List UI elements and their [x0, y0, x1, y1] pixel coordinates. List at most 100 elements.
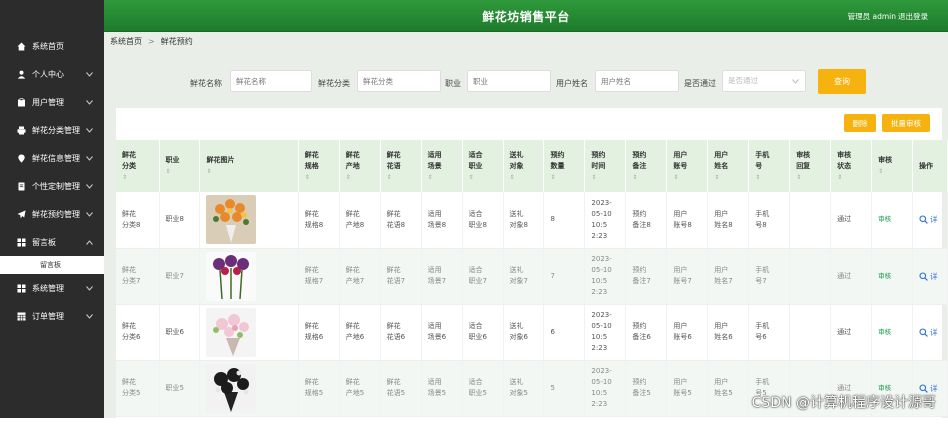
flower-name-input[interactable]: [230, 70, 312, 92]
detail-link[interactable]: 详: [919, 327, 947, 338]
detail-link[interactable]: 详: [919, 214, 947, 225]
occupation-input[interactable]: [467, 70, 551, 92]
quantity-cell-text: 8: [550, 215, 555, 224]
sidebar-item-8[interactable]: 系统管理: [0, 274, 104, 302]
column-header-12[interactable]: 用户 账号 ⇕: [666, 140, 709, 192]
sidebar-logo-area: [0, 0, 104, 32]
column-header-label: 适用 场景: [427, 150, 442, 170]
sort-icon[interactable]: ⇕: [166, 166, 200, 177]
flower-category-input[interactable]: [357, 70, 441, 92]
sidebar-item-4[interactable]: 鲜花信息管理: [0, 144, 104, 172]
table-row[interactable]: 鲜花 分类6 职业6 鲜花 规格6 鲜花 产地6 鲜花 花语6 适用 场景6 适合 职业6 送…: [116, 304, 948, 361]
sidebar-item-6[interactable]: 鲜花预约管理: [0, 200, 104, 228]
sort-icon[interactable]: ⇕: [755, 172, 789, 183]
flower-image[interactable]: [206, 251, 257, 301]
table-row[interactable]: 鲜花 分类8 职业8 鲜花 规格8 鲜花 产地8 鲜花 花语8 适用 场景8 适合 职业8 送…: [116, 192, 948, 249]
sort-icon[interactable]: ⇕: [387, 172, 421, 183]
flower-image[interactable]: [206, 195, 257, 245]
grid-icon: [17, 284, 26, 293]
sort-icon[interactable]: ⇕: [632, 172, 666, 183]
sidebar-item-1[interactable]: 个人中心: [0, 60, 104, 88]
sidebar-subitem[interactable]: 留言板: [0, 256, 104, 274]
sort-icon[interactable]: ⇕: [428, 172, 462, 183]
column-header-15[interactable]: 审核 回复 ⇕: [789, 140, 832, 192]
search-icon: [919, 215, 928, 225]
audit-cell: 审核: [871, 248, 914, 305]
sort-icon[interactable]: ⇕: [878, 166, 912, 177]
account-cell: 用户 账号6: [666, 304, 709, 361]
column-header-17[interactable]: 审核 ⇕: [871, 140, 914, 192]
audit-link[interactable]: 审核: [878, 215, 891, 223]
audit-reply-cell: [789, 304, 832, 361]
sidebar-item-5[interactable]: 个性定制管理: [0, 172, 104, 200]
query-button[interactable]: 查询: [818, 69, 866, 94]
search-icon: [919, 327, 928, 337]
column-header-3[interactable]: 鲜花 规格 ⇕: [298, 140, 340, 192]
sidebar-item-0[interactable]: 系统首页: [0, 32, 104, 60]
audit-link[interactable]: 审核: [878, 384, 891, 392]
column-header-14[interactable]: 手机 号 ⇕: [748, 140, 791, 192]
column-header-5[interactable]: 鲜花 花语 ⇕: [380, 140, 422, 192]
sort-icon[interactable]: ⇕: [206, 166, 297, 177]
sort-icon[interactable]: ⇕: [837, 172, 871, 183]
sort-icon[interactable]: ⇕: [796, 172, 830, 183]
flower-language-cell: 鲜花 花语5: [380, 360, 422, 417]
sort-icon[interactable]: ⇕: [550, 172, 584, 183]
audit-link[interactable]: 审核: [878, 328, 891, 336]
column-header-16[interactable]: 审核 状态 ⇕: [830, 140, 873, 192]
column-header-label: 鲜花 分类: [122, 150, 136, 170]
sort-icon[interactable]: ⇕: [469, 172, 503, 183]
occupation-cell-text: 职业8: [165, 215, 184, 224]
reserve-time-cell: 2023- 05-10 10:5 2:23: [584, 360, 627, 417]
gift-target-cell: 送礼 对象6: [503, 304, 545, 361]
column-header-10[interactable]: 预约 时间 ⇕: [584, 140, 627, 192]
column-header-7[interactable]: 适合 职业 ⇕: [462, 140, 504, 192]
sidebar-item-9[interactable]: 订单管理: [0, 302, 104, 330]
suitable-job-cell: 适合 职业7: [462, 248, 504, 305]
sort-icon[interactable]: ⇕: [346, 172, 380, 183]
spec-cell-text: 鲜花 规格5: [304, 378, 324, 397]
sidebar-item-2[interactable]: 用户管理: [0, 88, 104, 116]
column-header-8[interactable]: 送礼 对象 ⇕: [503, 140, 545, 192]
results-panel: 删除 批量审核 鲜花 分类 ⇕ 职业 ⇕ 鲜花图片 ⇕ 鲜花 规格 ⇕ 鲜花 产地 ⇕ 鲜花 花语 ⇕…: [116, 108, 948, 428]
sort-icon[interactable]: ⇕: [305, 172, 339, 183]
logout-link[interactable]: 退出登录: [898, 11, 928, 22]
column-header-2[interactable]: 鲜花图片 ⇕: [199, 140, 299, 192]
column-header-13[interactable]: 用户 姓名 ⇕: [707, 140, 750, 192]
column-header-9[interactable]: 预约 数量 ⇕: [543, 140, 586, 192]
sort-icon[interactable]: ⇕: [122, 172, 159, 183]
sort-icon[interactable]: ⇕: [591, 172, 625, 183]
batch-audit-button[interactable]: 批量审核: [882, 114, 930, 132]
audit-link[interactable]: 审核: [878, 272, 891, 280]
sort-icon[interactable]: ⇕: [510, 172, 544, 183]
reserve-time-cell: 2023- 05-10 10:5 2:23: [584, 304, 627, 361]
user-name-cell: 用户 姓名7: [707, 248, 750, 305]
flower-image[interactable]: [206, 307, 257, 357]
column-header-11[interactable]: 预约 备注 ⇕: [625, 140, 668, 192]
detail-label: 详: [930, 327, 938, 337]
user-name-input[interactable]: [595, 70, 679, 92]
column-header-4[interactable]: 鲜花 产地 ⇕: [339, 140, 381, 192]
sidebar-item-7[interactable]: 留言板: [0, 228, 104, 256]
watermark: CSDN @计算机程序设计源哥: [751, 395, 936, 411]
sidebar-item-label: 鲜花分类管理: [32, 125, 80, 135]
detail-link[interactable]: 详: [919, 271, 947, 282]
approved-select[interactable]: 是否通过: [722, 70, 806, 92]
detail-label: 详: [930, 215, 938, 225]
chevron-down-icon: [86, 284, 94, 292]
column-header-label: 鲜花 花语: [386, 150, 401, 170]
sidebar-item-3[interactable]: 鲜花分类管理: [0, 116, 104, 144]
gift-target-cell: 送礼 对象5: [503, 360, 545, 417]
delete-button[interactable]: 删除: [844, 114, 876, 132]
gift-target-cell-text: 送礼 对象7: [509, 266, 528, 285]
gift-target-cell-text: 送礼 对象5: [509, 378, 528, 397]
sidebar-item-label: 个人中心: [32, 69, 64, 79]
breadcrumb-home[interactable]: 系统首页: [110, 37, 142, 46]
column-header-1[interactable]: 职业 ⇕: [159, 140, 201, 192]
column-header-6[interactable]: 适用 场景 ⇕: [421, 140, 463, 192]
flower-image[interactable]: [206, 363, 257, 413]
column-header-0[interactable]: 鲜花 分类 ⇕: [116, 140, 160, 192]
sort-icon[interactable]: ⇕: [673, 172, 707, 183]
sort-icon[interactable]: ⇕: [714, 172, 748, 183]
table-row[interactable]: 鲜花 分类7 职业7 鲜花 规格7 鲜花 产地7 鲜花 花语7 适用 场景7 适合 职业7 送…: [116, 248, 948, 305]
